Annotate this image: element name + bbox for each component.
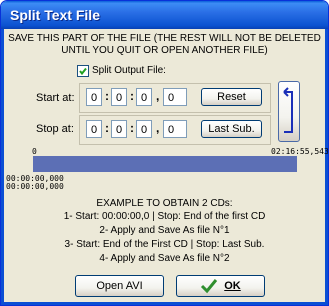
stop-hours-field[interactable]: 0 [86, 120, 102, 138]
header-text-line2: UNTIL YOU QUIT OR OPEN ANOTHER FILE) [61, 45, 268, 56]
dialog-body: SAVE THIS PART OF THE FILE (THE REST WIL… [4, 29, 328, 302]
window-border-right [325, 29, 328, 305]
header-text-line1: SAVE THIS PART OF THE FILE (THE REST WIL… [8, 33, 321, 44]
split-output-label: Split Output File: [92, 65, 166, 76]
last-sub-button[interactable]: Last Sub. [201, 120, 262, 138]
stop-comma: , [156, 121, 160, 135]
example-step-1: 1- Start: 00:00:00,0 | Stop: End of the … [63, 211, 266, 222]
example-step-3: 3- Start: End of the First CD | Stop: La… [64, 239, 265, 250]
start-seconds-field[interactable]: 0 [136, 88, 152, 106]
stop-seconds-field[interactable]: 0 [136, 120, 152, 138]
stop-colon-1: : [105, 121, 109, 135]
ok-button[interactable]: OK [176, 275, 265, 297]
start-at-label: Start at: [36, 92, 75, 104]
timeline-end-label: 02:16:55,543 [271, 147, 329, 156]
split-output-checkbox[interactable] [77, 65, 89, 77]
stop-minutes-field[interactable]: 0 [111, 120, 127, 138]
ok-button-label: OK [224, 280, 241, 292]
start-fraction-field[interactable]: 0 [163, 88, 187, 106]
stop-at-label: Stop at: [36, 123, 74, 135]
swap-start-stop-button[interactable] [278, 81, 300, 142]
window-border-bottom [1, 302, 328, 305]
example-step-4: 4- Apply and Save As file N°2 [99, 253, 230, 264]
timeline-start-label: 0 [32, 147, 37, 156]
swap-arrow-icon [283, 86, 293, 133]
stop-fraction-field[interactable]: 0 [163, 120, 187, 138]
window-title: Split Text File [10, 7, 100, 23]
stop-colon-2: : [130, 121, 134, 135]
start-hours-field[interactable]: 0 [86, 88, 102, 106]
start-colon-2: : [130, 89, 134, 103]
open-avi-button[interactable]: Open AVI [75, 275, 164, 297]
timeline-time-2: 00:00:00,000 [6, 182, 64, 191]
timeline-bar[interactable] [33, 156, 297, 172]
example-heading: EXAMPLE TO OBTAIN 2 CDs: [96, 198, 233, 209]
split-text-file-dialog: Split Text File SAVE THIS PART OF THE FI… [0, 0, 329, 306]
reset-button[interactable]: Reset [201, 88, 262, 106]
ok-check-icon [201, 279, 218, 294]
checkmark-icon [79, 67, 87, 76]
title-bar[interactable]: Split Text File [1, 1, 328, 29]
start-minutes-field[interactable]: 0 [111, 88, 127, 106]
start-comma: , [156, 89, 160, 103]
start-colon-1: : [105, 89, 109, 103]
example-step-2: 2- Apply and Save As file N°1 [99, 225, 230, 236]
